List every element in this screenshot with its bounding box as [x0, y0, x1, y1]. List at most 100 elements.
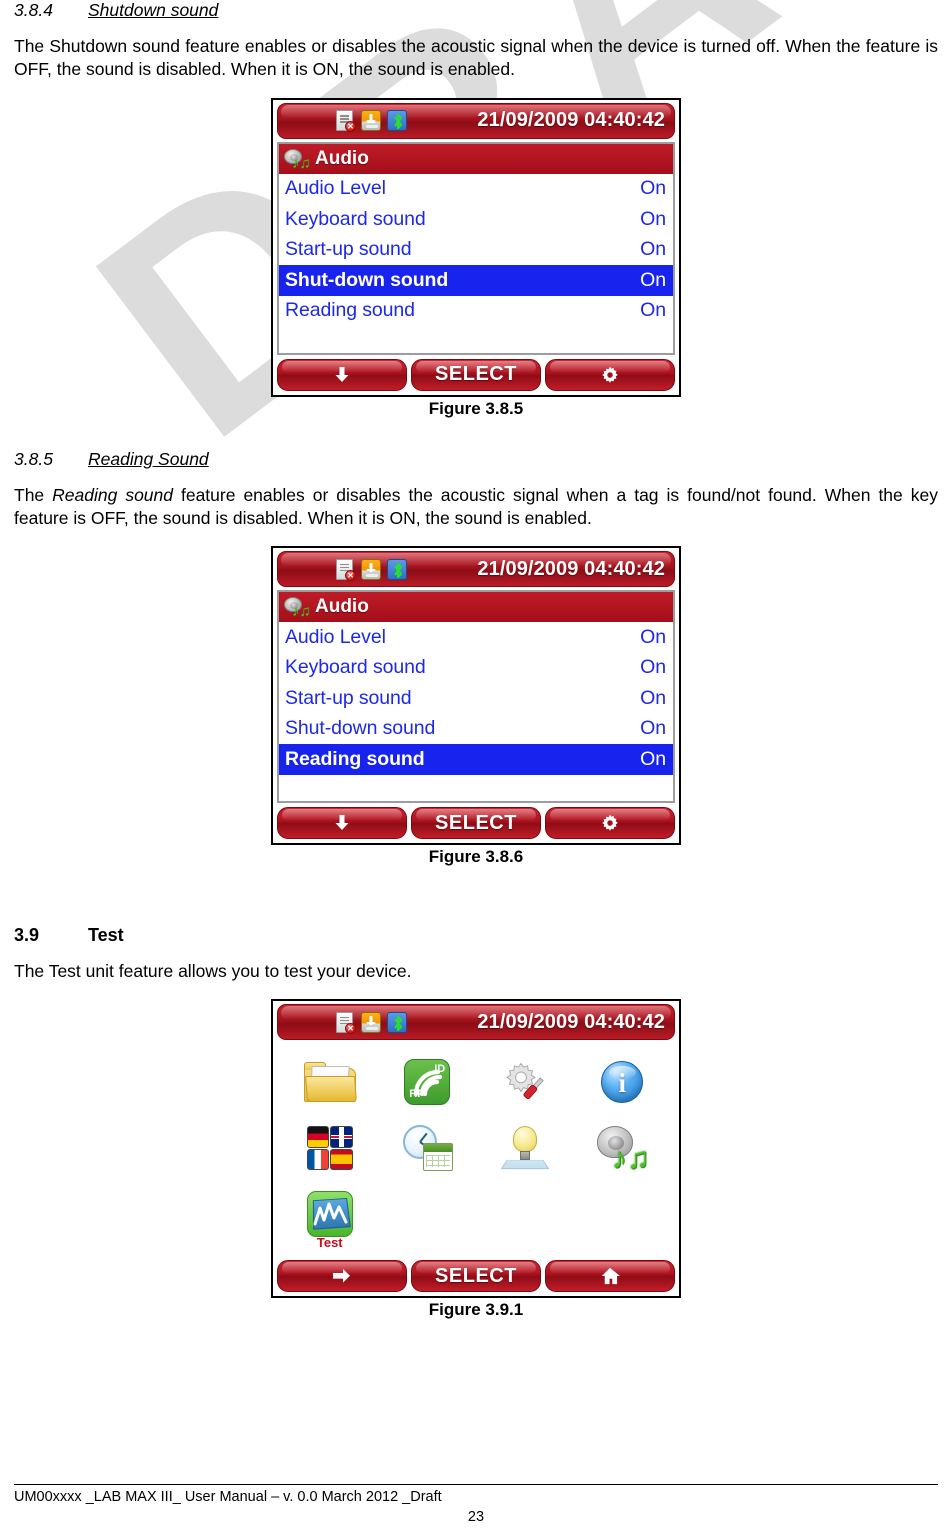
- home-item-settings[interactable]: [476, 1049, 574, 1115]
- down-arrow-button[interactable]: [277, 807, 407, 840]
- info-icon-glyph: i: [618, 1068, 626, 1099]
- body-emphasis: Reading sound: [52, 484, 173, 505]
- page-number: 23: [467, 1509, 485, 1525]
- rfid-rf-label: RF: [409, 1088, 424, 1101]
- home-item-audio[interactable]: ♪♫: [574, 1115, 672, 1181]
- figure-3-9-1-wrapper: ✕ 21/09/2009 04:40:42 ID RF i ♪♫ Test SE…: [14, 999, 938, 1299]
- menu-row-value: On: [640, 177, 666, 200]
- select-button[interactable]: SELECT: [411, 358, 541, 391]
- section-body-3-8-4: The Shutdown sound feature enables or di…: [14, 36, 938, 80]
- home-item-rfid[interactable]: ID RF: [379, 1049, 477, 1115]
- settings-gear-button[interactable]: [545, 358, 675, 391]
- gear-icon: [602, 366, 618, 383]
- soft-key-bar: SELECT: [277, 358, 675, 391]
- status-bar-icons: ✕: [334, 558, 408, 581]
- home-item-test[interactable]: Test: [281, 1181, 379, 1251]
- status-bar-datetime: 21/09/2009 04:40:42: [477, 1010, 665, 1033]
- home-item-test-label: Test: [316, 1235, 343, 1251]
- home-icon-grid-panel: ID RF i ♪♫ Test: [277, 1043, 675, 1257]
- settings-gear-screwdriver-icon: [501, 1060, 549, 1104]
- home-item-info[interactable]: i: [574, 1049, 672, 1115]
- figure-caption-3-8-6: Figure 3.8.6: [428, 847, 524, 867]
- menu-row-label: Shut-down sound: [285, 268, 449, 291]
- home-icon: [601, 1268, 620, 1285]
- menu-row-audio-level[interactable]: Audio Level On: [279, 622, 673, 653]
- home-item-language[interactable]: [281, 1115, 379, 1181]
- home-item-datetime[interactable]: [379, 1115, 477, 1181]
- section-heading-3-8-5: 3.8.5 Reading Sound: [14, 449, 938, 470]
- menu-row-label: Start-up sound: [285, 238, 412, 261]
- status-bar-icons: ✕: [334, 1011, 408, 1034]
- info-icon: i: [601, 1061, 644, 1104]
- rfid-icon: ID RF: [404, 1059, 451, 1106]
- status-bar: ✕ 21/09/2009 04:40:42: [277, 1004, 675, 1041]
- language-flags-icon: [306, 1126, 353, 1171]
- usb-icon: [360, 1011, 382, 1034]
- menu-row-keyboard-sound[interactable]: Keyboard sound On: [279, 204, 673, 235]
- footer-rule: [14, 1484, 938, 1485]
- section-number: 3.8.5: [14, 448, 53, 469]
- menu-row-value: On: [640, 625, 666, 648]
- menu-row-shut-down-sound[interactable]: Shut-down sound On: [279, 714, 673, 745]
- file-error-icon: ✕: [334, 109, 356, 133]
- home-icon-grid: ID RF i ♪♫ Test: [281, 1049, 672, 1251]
- home-item-folder[interactable]: [281, 1049, 379, 1115]
- home-item-display[interactable]: [476, 1115, 574, 1181]
- section-title: Test: [88, 925, 124, 946]
- footer-text: UM00xxxx _LAB MAX III_ User Manual – v. …: [14, 1489, 442, 1505]
- flag-france: [306, 1148, 330, 1171]
- speaker-music-icon: ♪♫: [284, 596, 311, 619]
- menu-row-value: On: [640, 717, 666, 740]
- menu-row-start-up-sound[interactable]: Start-up sound On: [279, 235, 673, 266]
- figure-3-8-5-wrapper: ✕ 21/09/2009 04:40:42 ♪♫ Audio Audio Lev…: [14, 97, 938, 397]
- menu-row-label: Reading sound: [285, 747, 425, 770]
- menu-row-label: Keyboard sound: [285, 656, 426, 679]
- menu-row-shut-down-sound-selected[interactable]: Shut-down sound On: [279, 265, 673, 296]
- down-arrow-icon: [335, 366, 349, 382]
- menu-row-start-up-sound[interactable]: Start-up sound On: [279, 683, 673, 714]
- audio-menu-title-bar: ♪♫ Audio: [279, 143, 673, 174]
- usb-icon: [360, 558, 382, 581]
- menu-row-reading-sound[interactable]: Reading sound On: [279, 296, 673, 327]
- page-footer: UM00xxxx _LAB MAX III_ User Manual – v. …: [14, 1484, 938, 1525]
- select-button-label: SELECT: [435, 811, 517, 834]
- soft-key-bar: SELECT: [277, 807, 675, 840]
- menu-row-keyboard-sound[interactable]: Keyboard sound On: [279, 653, 673, 684]
- menu-row-reading-sound-selected[interactable]: Reading sound On: [279, 744, 673, 775]
- menu-row-label: Audio Level: [285, 625, 386, 648]
- speaker-music-icon: ♪♫: [284, 148, 311, 171]
- menu-row-value: On: [640, 747, 666, 770]
- settings-gear-button[interactable]: [545, 807, 675, 840]
- select-button[interactable]: SELECT: [411, 807, 541, 840]
- device-screen-reading-sound: ✕ 21/09/2009 04:40:42 ♪♫ Audio Audio Lev…: [271, 546, 681, 846]
- status-bar-datetime: 21/09/2009 04:40:42: [477, 109, 665, 132]
- rfid-id-label: ID: [434, 1063, 446, 1076]
- menu-row-value: On: [640, 686, 666, 709]
- soft-key-bar: SELECT: [277, 1260, 675, 1293]
- figure-caption-3-8-5: Figure 3.8.5: [428, 398, 524, 418]
- file-error-badge: ✕: [345, 1022, 356, 1034]
- select-button[interactable]: SELECT: [411, 1260, 541, 1293]
- file-error-badge: ✕: [345, 121, 356, 133]
- status-bar: ✕ 21/09/2009 04:40:42: [277, 102, 675, 139]
- figure-3-8-6-wrapper: ✕ 21/09/2009 04:40:42 ♪♫ Audio Audio Lev…: [14, 546, 938, 846]
- section-number: 3.9: [14, 925, 40, 946]
- down-arrow-button[interactable]: [277, 358, 407, 391]
- status-bar-datetime: 21/09/2009 04:40:42: [477, 557, 665, 580]
- bluetooth-icon: [386, 109, 408, 132]
- figure-caption-3-9-1: Figure 3.9.1: [428, 1300, 524, 1320]
- select-button-label: SELECT: [435, 363, 517, 386]
- menu-row-value: On: [640, 268, 666, 291]
- right-arrow-button[interactable]: [277, 1260, 407, 1293]
- section-body-3-8-5: The Reading sound feature enables or dis…: [14, 484, 938, 531]
- menu-row-value: On: [640, 299, 666, 322]
- file-error-icon: ✕: [334, 1011, 356, 1034]
- status-bar-icons: ✕: [334, 109, 408, 133]
- home-button[interactable]: [545, 1260, 675, 1293]
- body-pre: The: [14, 484, 53, 505]
- status-bar: ✕ 21/09/2009 04:40:42: [277, 551, 675, 588]
- audio-menu-title-bar: ♪♫ Audio: [279, 592, 673, 623]
- bluetooth-icon: [386, 1011, 408, 1034]
- menu-row-audio-level[interactable]: Audio Level On: [279, 174, 673, 205]
- section-heading-3-9: 3.9 Test: [14, 925, 938, 946]
